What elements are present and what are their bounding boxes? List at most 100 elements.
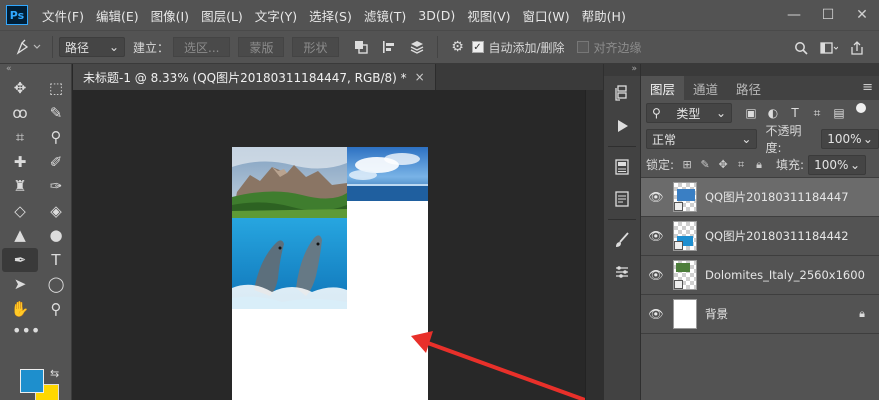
foreground-color-swatch[interactable] xyxy=(20,369,44,393)
libraries-panel-icon[interactable] xyxy=(608,185,636,213)
adjustments-icon[interactable] xyxy=(608,258,636,286)
history-brush-tool[interactable]: ✑ xyxy=(38,174,74,199)
hand-tool[interactable]: ✋ xyxy=(2,297,38,322)
filter-kind-select[interactable]: ⚲ 类型 ⌄ xyxy=(646,103,732,123)
properties-panel-icon[interactable] xyxy=(608,153,636,181)
document-tab[interactable]: 未标题-1 @ 8.33% (QQ图片20180311184447, RGB/8… xyxy=(73,64,436,90)
ellipse-tool[interactable]: ◯ xyxy=(38,272,74,297)
menu-type[interactable]: 文字(Y) xyxy=(255,6,297,25)
document-canvas[interactable] xyxy=(232,147,428,400)
workspace-icon[interactable] xyxy=(818,37,840,59)
filter-smart-object-icon[interactable]: ▤ xyxy=(828,103,850,123)
lock-transparent-icon[interactable]: ⊞ xyxy=(678,156,696,174)
lock-artboard-icon[interactable]: ⌗ xyxy=(732,156,750,174)
clone-stamp-tool[interactable]: ♜ xyxy=(2,174,38,199)
filter-adjustment-icon[interactable]: ◐ xyxy=(762,103,784,123)
path-operations-icon[interactable] xyxy=(350,36,372,58)
path-mode-select[interactable]: 路径 ⌄ xyxy=(59,37,125,57)
menu-file[interactable]: 文件(F) xyxy=(42,6,84,25)
blur-tool[interactable]: ▲ xyxy=(2,223,38,248)
lock-all-icon[interactable]: 🔒︎ xyxy=(750,156,768,174)
filter-pixel-icon[interactable]: ▣ xyxy=(740,103,762,123)
layer-row[interactable]: 👁︎ Dolomites_Italy_2560x1600 xyxy=(641,256,879,295)
close-tab-icon[interactable]: × xyxy=(415,70,425,84)
menu-window[interactable]: 窗口(W) xyxy=(523,6,570,25)
quick-select-tool[interactable]: ✎ xyxy=(38,101,74,126)
opacity-field[interactable]: 100% ⌄ xyxy=(821,129,879,149)
layer-name[interactable]: Dolomites_Italy_2560x1600 xyxy=(705,268,865,282)
menu-view[interactable]: 视图(V) xyxy=(467,6,510,25)
minimize-button[interactable]: — xyxy=(777,0,811,30)
layer-row[interactable]: 👁︎ QQ图片20180311184447 xyxy=(641,178,879,217)
swap-colors-icon[interactable]: ⇆ xyxy=(50,367,59,380)
type-tool[interactable]: T xyxy=(38,248,74,273)
mountain-image xyxy=(232,147,347,218)
lock-image-icon[interactable]: ✎ xyxy=(696,156,714,174)
tool-preset-picker[interactable] xyxy=(12,36,46,58)
eyedropper-tool[interactable]: ⚲ xyxy=(38,125,74,150)
vertical-scrollbar[interactable] xyxy=(585,90,603,400)
edit-toolbar-button[interactable]: ••• xyxy=(0,321,71,343)
dodge-tool[interactable]: ● xyxy=(38,223,74,248)
move-tool[interactable]: ✥ xyxy=(2,76,38,101)
layer-name[interactable]: 背景 xyxy=(705,306,728,322)
lasso-tool[interactable]: ꝏ xyxy=(2,101,38,126)
canvas-area[interactable] xyxy=(73,90,585,400)
eraser-tool[interactable]: ◇ xyxy=(2,199,38,224)
filter-shape-icon[interactable]: ⌗ xyxy=(806,103,828,123)
search-icon[interactable] xyxy=(790,37,812,59)
actions-play-icon[interactable] xyxy=(608,112,636,140)
tab-paths[interactable]: 路径 xyxy=(727,76,770,100)
path-select-tool[interactable]: ➤ xyxy=(2,272,38,297)
filter-type-icon[interactable]: T xyxy=(784,103,806,123)
eye-icon[interactable]: 👁︎ xyxy=(641,229,671,243)
path-arrangement-icon[interactable] xyxy=(406,36,428,58)
layer-name[interactable]: QQ图片20180311184447 xyxy=(705,189,849,205)
eye-icon[interactable]: 👁︎ xyxy=(641,307,671,321)
menu-3d[interactable]: 3D(D) xyxy=(418,8,455,23)
eye-icon[interactable]: 👁︎ xyxy=(641,268,671,282)
gear-icon[interactable]: ⚙ xyxy=(447,36,469,58)
make-mask-button[interactable]: 蒙版 xyxy=(238,37,285,57)
lock-icon[interactable]: 🔒︎ xyxy=(859,307,865,321)
pen-tool[interactable]: ✒ xyxy=(2,247,38,272)
filter-icons: ▣ ◐ T ⌗ ▤ xyxy=(740,103,866,123)
maximize-button[interactable]: ☐ xyxy=(811,0,845,30)
make-shape-button[interactable]: 形状 xyxy=(292,37,339,57)
collapse-toolbar-icon[interactable]: « xyxy=(0,64,71,76)
crop-tool[interactable]: ⌗ xyxy=(2,125,38,150)
layer-thumbnail xyxy=(673,299,697,329)
fill-field[interactable]: 100% ⌄ xyxy=(808,154,867,175)
brush-settings-icon[interactable] xyxy=(608,226,636,254)
lock-position-icon[interactable]: ✥ xyxy=(714,156,732,174)
share-icon[interactable] xyxy=(846,37,868,59)
brush-tool[interactable]: ✐ xyxy=(38,150,74,175)
menu-filter[interactable]: 滤镜(T) xyxy=(364,6,406,25)
layer-row[interactable]: 👁︎ QQ图片20180311184442 xyxy=(641,217,879,256)
make-selection-button[interactable]: 选区... xyxy=(173,37,231,57)
history-panel-icon[interactable] xyxy=(608,80,636,108)
auto-add-delete-checkbox[interactable]: ✓ 自动添加/删除 xyxy=(471,39,565,56)
layer-row[interactable]: 👁︎ 背景 🔒︎ xyxy=(641,295,879,334)
eye-icon[interactable]: 👁︎ xyxy=(641,190,671,204)
menu-image[interactable]: 图像(I) xyxy=(151,6,189,25)
layer-name[interactable]: QQ图片20180311184442 xyxy=(705,228,849,244)
healing-brush-tool[interactable]: ✚ xyxy=(2,150,38,175)
expand-dock-icon[interactable]: » xyxy=(604,64,640,76)
tab-channels[interactable]: 通道 xyxy=(684,76,727,100)
path-alignment-icon[interactable] xyxy=(378,36,400,58)
align-edges-checkbox[interactable]: 对齐边缘 xyxy=(576,39,642,56)
panel-menu-icon[interactable]: ≡ xyxy=(862,80,873,95)
menu-select[interactable]: 选择(S) xyxy=(309,6,352,25)
filter-toggle-icon[interactable] xyxy=(856,103,866,113)
paint-bucket-tool[interactable]: ◈ xyxy=(38,199,74,224)
menu-layer[interactable]: 图层(L) xyxy=(201,6,243,25)
close-button[interactable]: ✕ xyxy=(845,0,879,30)
menu-edit[interactable]: 编辑(E) xyxy=(96,6,139,25)
blend-mode-select[interactable]: 正常 ⌄ xyxy=(646,129,758,149)
marquee-tool[interactable]: ⬚ xyxy=(38,76,74,101)
tab-layers[interactable]: 图层 xyxy=(641,76,685,100)
menu-help[interactable]: 帮助(H) xyxy=(582,6,626,25)
zoom-tool[interactable]: ⚲ xyxy=(38,297,74,322)
separator xyxy=(608,219,636,220)
